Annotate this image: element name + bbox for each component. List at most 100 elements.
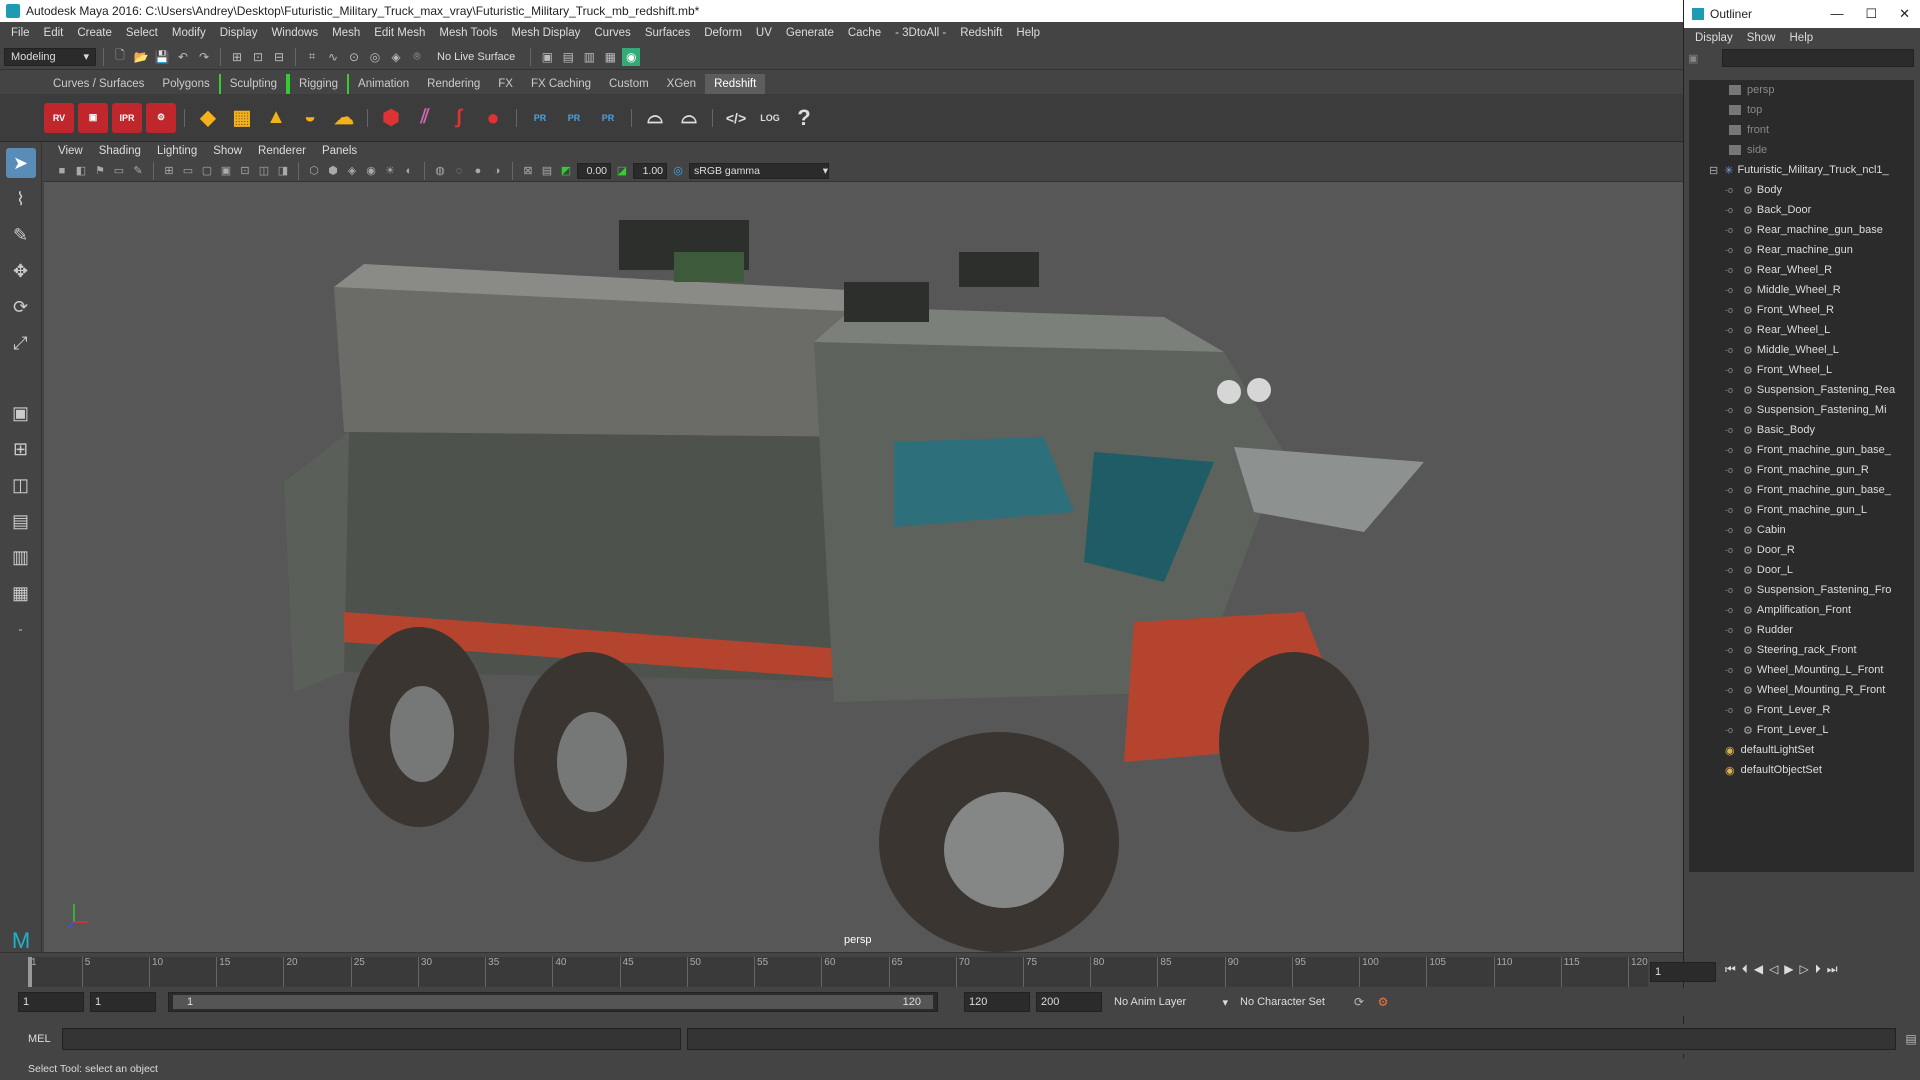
layout-two-icon[interactable]: ◫	[6, 470, 36, 500]
panel-menu-view[interactable]: View	[50, 145, 91, 157]
panel-menu-shading[interactable]: Shading	[91, 145, 149, 157]
exposure-icon[interactable]: ◩	[558, 163, 574, 179]
redshift-proxy-button[interactable]: ⬢	[376, 103, 406, 133]
help-button[interactable]: ?	[789, 103, 819, 133]
redshift-hair-button[interactable]: ∫	[444, 103, 474, 133]
outliner-item-row[interactable]: -o ⚙ Front_machine_gun_base_	[1689, 480, 1914, 500]
outliner-item-row[interactable]: -o ⚙ Suspension_Fastening_Rea	[1689, 380, 1914, 400]
outliner-root-row[interactable]: ⊟ ✳ Futuristic_Military_Truck_ncl1_	[1689, 160, 1914, 180]
log-button[interactable]: LOG	[755, 103, 785, 133]
xray-icon[interactable]: ◍	[432, 163, 448, 179]
current-frame-field[interactable]: 1	[1650, 962, 1716, 982]
menu-item-edit-mesh[interactable]: Edit Mesh	[367, 27, 432, 39]
safe-action-icon[interactable]: ◫	[256, 163, 272, 179]
character-set-select[interactable]: No Character Set	[1234, 996, 1344, 1008]
wireframe-on-shaded-icon[interactable]: ◈	[344, 163, 360, 179]
outliner-camera-row[interactable]: top	[1689, 100, 1914, 120]
auto-key-icon[interactable]: ⟳	[1350, 993, 1368, 1011]
shelf-tab-curves-surfaces[interactable]: Curves / Surfaces	[44, 74, 153, 94]
gamma-field[interactable]: 1.00	[633, 162, 667, 179]
range-slider[interactable]: 1 120	[168, 992, 938, 1012]
outliner-item-row[interactable]: -o ⚙ Front_Wheel_L	[1689, 360, 1914, 380]
menu-set-selector[interactable]: Modeling ▾	[4, 47, 96, 66]
menu-item-mesh[interactable]: Mesh	[325, 27, 367, 39]
gate-mask-icon[interactable]: ▣	[218, 163, 234, 179]
viewport-persp[interactable]: persp	[44, 182, 1683, 952]
shelf-tab-polygons[interactable]: Polygons	[153, 74, 218, 94]
hud-icon[interactable]: ▤	[539, 163, 555, 179]
shelf-tab-rigging[interactable]: Rigging	[288, 74, 350, 94]
open-scene-icon[interactable]: 📂	[132, 48, 150, 66]
menu-item-select[interactable]: Select	[119, 27, 165, 39]
shelf-tab-xgen[interactable]: XGen	[658, 74, 705, 94]
shelf-tab-redshift[interactable]: Redshift	[705, 74, 766, 94]
undo-icon[interactable]: ↶	[174, 48, 192, 66]
maximize-icon[interactable]: ☐	[1865, 6, 1877, 22]
camera-icon[interactable]: ■	[54, 163, 70, 179]
outliner-item-row[interactable]: -o ⚙ Suspension_Fastening_Mi	[1689, 400, 1914, 420]
hypershade-icon[interactable]: ▦	[601, 48, 619, 66]
camera-attr-icon[interactable]: ◧	[73, 163, 89, 179]
current-time-indicator[interactable]	[28, 957, 32, 987]
menu-item-deform[interactable]: Deform	[697, 27, 749, 39]
render-view-icon[interactable]: ◉	[622, 47, 641, 66]
outliner-item-row[interactable]: -o ⚙ Body	[1689, 180, 1914, 200]
menu-item-3dtoall[interactable]: - 3DtoAll -	[888, 27, 953, 39]
outliner-item-row[interactable]: -o ⚙ Rear_machine_gun_base	[1689, 220, 1914, 240]
menu-item-create[interactable]: Create	[70, 27, 119, 39]
script-editor-icon[interactable]: ▤	[1902, 1030, 1920, 1048]
redshift-light-grid-button[interactable]: ▦	[227, 103, 257, 133]
menu-item-surfaces[interactable]: Surfaces	[638, 27, 697, 39]
menu-item-edit[interactable]: Edit	[37, 27, 71, 39]
layout-persp-graph-icon[interactable]: ▥	[6, 542, 36, 572]
play-backward-icon[interactable]: ◁	[1769, 962, 1778, 977]
command-input[interactable]	[61, 1028, 682, 1050]
outliner-item-row[interactable]: -o ⚙ Rudder	[1689, 620, 1914, 640]
outliner-item-row[interactable]: -o ⚙ Rear_machine_gun	[1689, 240, 1914, 260]
snap-surface-icon[interactable]: ◈	[387, 48, 405, 66]
grid-icon[interactable]: ⊞	[161, 163, 177, 179]
outliner-menu-show[interactable]: Show	[1740, 32, 1783, 44]
outliner-menu-help[interactable]: Help	[1783, 32, 1821, 44]
redshift-ipr-button[interactable]: IPR	[112, 102, 142, 133]
bookmark-icon[interactable]: ⚑	[92, 163, 108, 179]
paint-select-tool-icon[interactable]: ✎	[6, 220, 36, 250]
step-forward-frame-icon[interactable]: ▷	[1800, 962, 1809, 977]
shelf-tab-animation[interactable]: Animation	[349, 74, 418, 94]
menu-item-file[interactable]: File	[4, 27, 37, 39]
redshift-sphere-button[interactable]: ●	[478, 103, 508, 133]
outliner-menu-display[interactable]: Display	[1688, 32, 1740, 44]
layout-persp-outliner-icon[interactable]: ▤	[6, 506, 36, 536]
menu-item-curves[interactable]: Curves	[587, 27, 637, 39]
outliner-item-row[interactable]: -o ⚙ Cabin	[1689, 520, 1914, 540]
redo-icon[interactable]: ↷	[195, 48, 213, 66]
move-tool-icon[interactable]: ✥	[6, 256, 36, 286]
panel-menu-lighting[interactable]: Lighting	[149, 145, 205, 157]
menu-item-help[interactable]: Help	[1009, 27, 1047, 39]
redshift-render-button[interactable]: ▣	[78, 102, 108, 133]
bake-button-2[interactable]: ⌓	[674, 103, 704, 133]
resolution-gate-icon[interactable]: ▢	[199, 163, 215, 179]
pr-button-2[interactable]: PR	[559, 103, 589, 133]
menu-item-generate[interactable]: Generate	[779, 27, 841, 39]
outliner-item-row[interactable]: -o ⚙ Middle_Wheel_L	[1689, 340, 1914, 360]
menu-item-redshift[interactable]: Redshift	[953, 27, 1009, 39]
ipr-render-icon[interactable]: ▤	[559, 48, 577, 66]
menu-item-modify[interactable]: Modify	[165, 27, 213, 39]
new-scene-icon[interactable]: 🗋	[111, 48, 129, 66]
save-scene-icon[interactable]: 💾	[153, 48, 171, 66]
close-icon[interactable]: ✕	[1899, 6, 1910, 22]
smooth-shade-icon[interactable]: ⬢	[325, 163, 341, 179]
outliner-item-row[interactable]: -o ⚙ Basic_Body	[1689, 420, 1914, 440]
outliner-item-row[interactable]: -o ⚙ Front_machine_gun_L	[1689, 500, 1914, 520]
panel-menu-show[interactable]: Show	[205, 145, 250, 157]
pr-button-3[interactable]: PR	[593, 103, 623, 133]
menu-item-uv[interactable]: UV	[749, 27, 779, 39]
redshift-rv-button[interactable]: RV	[44, 102, 74, 133]
select-component-icon[interactable]: ⊟	[270, 48, 288, 66]
outliner-camera-row[interactable]: front	[1689, 120, 1914, 140]
outliner-item-row[interactable]: -o ⚙ Wheel_Mounting_R_Front	[1689, 680, 1914, 700]
snap-curve-icon[interactable]: ∿	[324, 48, 342, 66]
lasso-tool-icon[interactable]: ⌇	[6, 184, 36, 214]
use-lights-icon[interactable]: ☀	[382, 163, 398, 179]
